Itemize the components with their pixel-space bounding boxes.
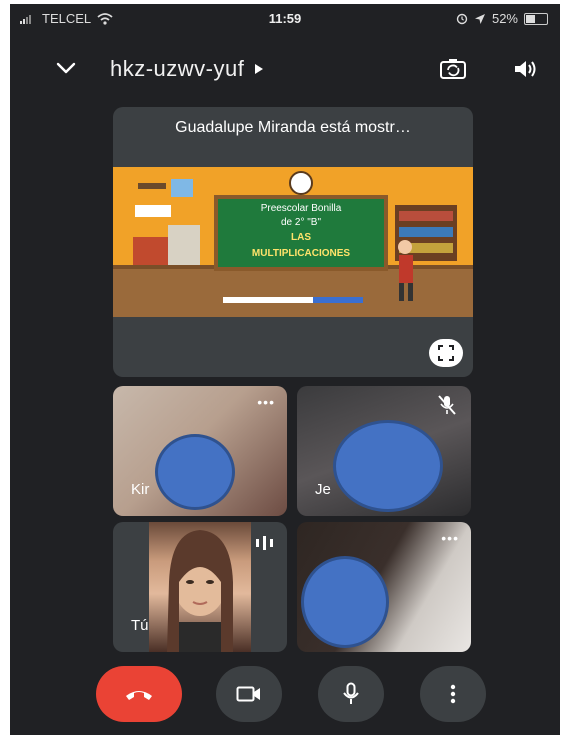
redaction-blob: [333, 420, 443, 512]
mic-off-icon: [438, 395, 456, 415]
battery-percent: 52%: [491, 11, 518, 26]
meeting-header: hkz-uzwv-yuf: [10, 44, 560, 94]
participant-tile[interactable]: Je: [297, 386, 471, 516]
end-call-icon: [126, 691, 152, 700]
self-view-tile[interactable]: Tú: [113, 522, 287, 652]
slide-line-2: de 2° "B": [281, 217, 321, 228]
meeting-info-button[interactable]: hkz-uzwv-yuf: [110, 56, 264, 82]
more-options-icon[interactable]: •••: [257, 394, 275, 410]
self-video: [149, 522, 251, 652]
switch-camera-button[interactable]: [438, 54, 468, 84]
participant-name-self: Tú: [131, 617, 149, 634]
more-options-icon[interactable]: •••: [441, 530, 459, 546]
presenter-label: Guadalupe Miranda está mostr…: [175, 119, 411, 136]
status-right: 52%: [456, 11, 548, 26]
microphone-toggle-button[interactable]: [318, 666, 384, 722]
more-options-button[interactable]: [420, 666, 486, 722]
video-camera-icon: [236, 686, 260, 702]
fullscreen-button[interactable]: [429, 339, 463, 367]
speaking-indicator-icon: [256, 536, 273, 550]
participant-name: Kir: [131, 481, 150, 498]
participant-tile[interactable]: ••• Kir: [113, 386, 287, 516]
camera-toggle-button[interactable]: [216, 666, 282, 722]
switch-camera-icon: [440, 59, 466, 79]
more-vert-icon: [450, 684, 456, 704]
end-call-button[interactable]: [96, 666, 182, 722]
redaction-blob: [301, 556, 389, 648]
participant-name: Je: [315, 481, 331, 498]
status-bar: TELCEL 11:59 52%: [10, 4, 560, 32]
participant-tile[interactable]: •••: [297, 522, 471, 652]
redaction-blob: [155, 434, 235, 510]
battery-icon: [524, 12, 548, 25]
collapse-button[interactable]: [52, 54, 80, 82]
microphone-icon: [343, 682, 359, 704]
slide-line-4: MULTIPLICACIONES: [252, 248, 350, 259]
audio-output-button[interactable]: [510, 54, 540, 84]
self-portrait: [167, 530, 233, 652]
location-icon: [474, 13, 485, 24]
battery-fill: [526, 14, 536, 23]
chevron-down-icon: [56, 62, 76, 74]
meeting-code: hkz-uzwv-yuf: [110, 56, 245, 81]
speaker-icon: [515, 61, 536, 77]
alarm-icon: [456, 13, 468, 24]
presentation-tile[interactable]: Guadalupe Miranda está mostr… Preescolar…: [113, 107, 473, 377]
presentation-slide: Preescolar Bonilla de 2° "B" LAS MULTIPL…: [113, 167, 473, 317]
phone-screen: TELCEL 11:59 52% hkz-uzwv-yuf Guadalupe …: [10, 4, 560, 735]
fullscreen-icon: [438, 345, 454, 361]
play-arrow-icon: [255, 64, 264, 74]
slide-line-1: Preescolar Bonilla: [261, 203, 342, 214]
slide-line-3: LAS: [291, 232, 311, 243]
